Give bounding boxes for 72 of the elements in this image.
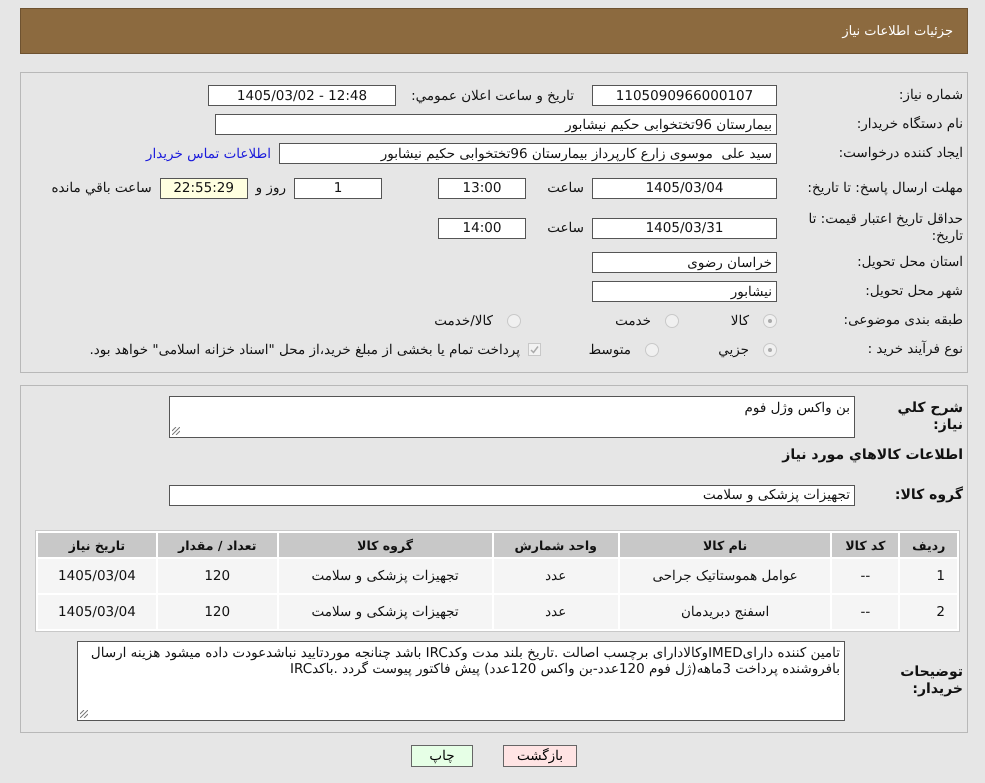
print-button[interactable]: چاپ <box>411 745 473 767</box>
table-cell: اسفنج دبریدمان <box>620 595 830 629</box>
field-label: گروه کالا: <box>894 486 963 504</box>
field-label: طبقه بندی موضوعی: <box>842 312 963 329</box>
field-label: روز و <box>256 180 286 196</box>
column-header: ردیف <box>900 533 957 557</box>
back-button[interactable]: بازگشت <box>503 745 577 767</box>
column-header: کد کالا <box>832 533 898 557</box>
field-label: حداقل تاریخ اعتبار قیمت: تا تاریخ: <box>808 211 963 245</box>
table-cell: 1405/03/04 <box>38 559 156 593</box>
radio-button[interactable] <box>507 314 521 328</box>
radio-button[interactable] <box>665 314 679 328</box>
section-heading: اطلاعات کالاهاي مورد نیاز <box>782 447 963 463</box>
radio-label: کالا/خدمت <box>434 312 493 328</box>
field-label: تاریخ و ساعت اعلان عمومي: <box>410 88 574 104</box>
radio-label: متوسط <box>588 342 631 358</box>
deadline-time-field: 13:00 <box>438 178 526 198</box>
table-cell: عدد <box>494 559 618 593</box>
column-header: نام کالا <box>620 533 830 557</box>
table-cell: 120 <box>158 559 277 593</box>
field-label: ساعت <box>546 180 584 196</box>
table-cell: عدد <box>494 595 618 629</box>
need-number-field: 1105090966000107 <box>592 85 777 106</box>
field-label: ساعت باقي مانده <box>51 180 152 196</box>
radio-label: خدمت <box>615 312 651 328</box>
column-header: تعداد / مقدار <box>158 533 277 557</box>
validity-date-field: 1405/03/31 <box>592 218 777 238</box>
summary-field: بن واکس وژل فوم <box>169 396 855 438</box>
buyer-notes-field: تامین کننده دارایIMEDوکالادارای برچسب اصالت .تاریخ بلند مدت وکدIRC باشد چنانجه موردتایید نباشدعودت داده میشود هزینه ارسال بافروشنده پرداخت 3ماهه(ژل فوم 120عدد-بن واکس 120عدد) پیش فاکتور پیوست گردد .باکدIRC <box>77 641 845 721</box>
days-field: 1 <box>294 178 382 198</box>
buyer-org-field: بیمارستان 96تختخوابی حکیم نیشابور <box>215 114 777 135</box>
field-label: استان محل تحویل: <box>856 254 963 271</box>
table-cell: -- <box>832 559 898 593</box>
field-label: شماره نیاز: <box>898 87 963 104</box>
radio-label: کالا <box>730 312 749 328</box>
remaining-time-field: 22:55:29 <box>160 178 248 198</box>
resize-grip-icon <box>80 710 88 718</box>
column-header: تاریخ نیاز <box>38 533 156 557</box>
field-label: شرح کلي نیاز: <box>896 400 963 434</box>
payment-note: پرداخت تمام یا بخشی از مبلغ خرید،از محل "اسناد خزانه اسلامی" خواهد بود. <box>89 342 520 358</box>
validity-time-field: 14:00 <box>438 218 526 238</box>
field-label: توضیحات خریدار: <box>899 664 963 698</box>
deadline-date-field: 1405/03/04 <box>592 178 777 198</box>
radio-label: جزيي <box>718 342 749 358</box>
requester-field: سید علی موسوی زارع کارپرداز بیمارستان 96تختخوابی حکیم نیشابور <box>279 143 777 164</box>
table-cell: 120 <box>158 595 277 629</box>
city-field: نیشابور <box>592 281 777 302</box>
goods-group-field: تجهیزات پزشکی و سلامت <box>169 484 855 506</box>
table-cell: تجهیزات پزشکی و سلامت <box>278 559 492 593</box>
header-title: جزئیات اطلاعات نیاز <box>842 24 953 38</box>
field-label: نوع فرآیند خرید : <box>866 341 963 358</box>
buyer-contact-link[interactable]: اطلاعات تماس خریدار <box>146 146 271 162</box>
field-label: نام دستگاه خریدار: <box>856 116 963 133</box>
table-cell: تجهیزات پزشکی و سلامت <box>278 595 492 629</box>
field-label: ایجاد کننده درخواست: <box>838 145 963 162</box>
checkbox[interactable] <box>528 343 541 356</box>
column-header: واحد شمارش <box>494 533 618 557</box>
table-cell: 2 <box>900 595 957 629</box>
field-label: شهر محل تحویل: <box>864 283 963 300</box>
radio-button[interactable] <box>763 314 777 328</box>
column-header: گروه کالا <box>278 533 492 557</box>
resize-grip-icon <box>172 427 180 435</box>
field-label: ساعت <box>546 220 584 236</box>
announce-date-field: 1405/03/02 - 12:48 <box>208 85 396 106</box>
field-label: مهلت ارسال پاسخ: تا تاریخ: <box>806 180 963 196</box>
table-cell: -- <box>832 595 898 629</box>
table-cell: 1405/03/04 <box>38 595 156 629</box>
table-cell: عوامل هموستاتیک جراحی <box>620 559 830 593</box>
province-field: خراسان رضوی <box>592 252 777 273</box>
radio-button[interactable] <box>645 342 659 356</box>
table-cell: 1 <box>900 559 957 593</box>
radio-button[interactable] <box>763 342 777 356</box>
